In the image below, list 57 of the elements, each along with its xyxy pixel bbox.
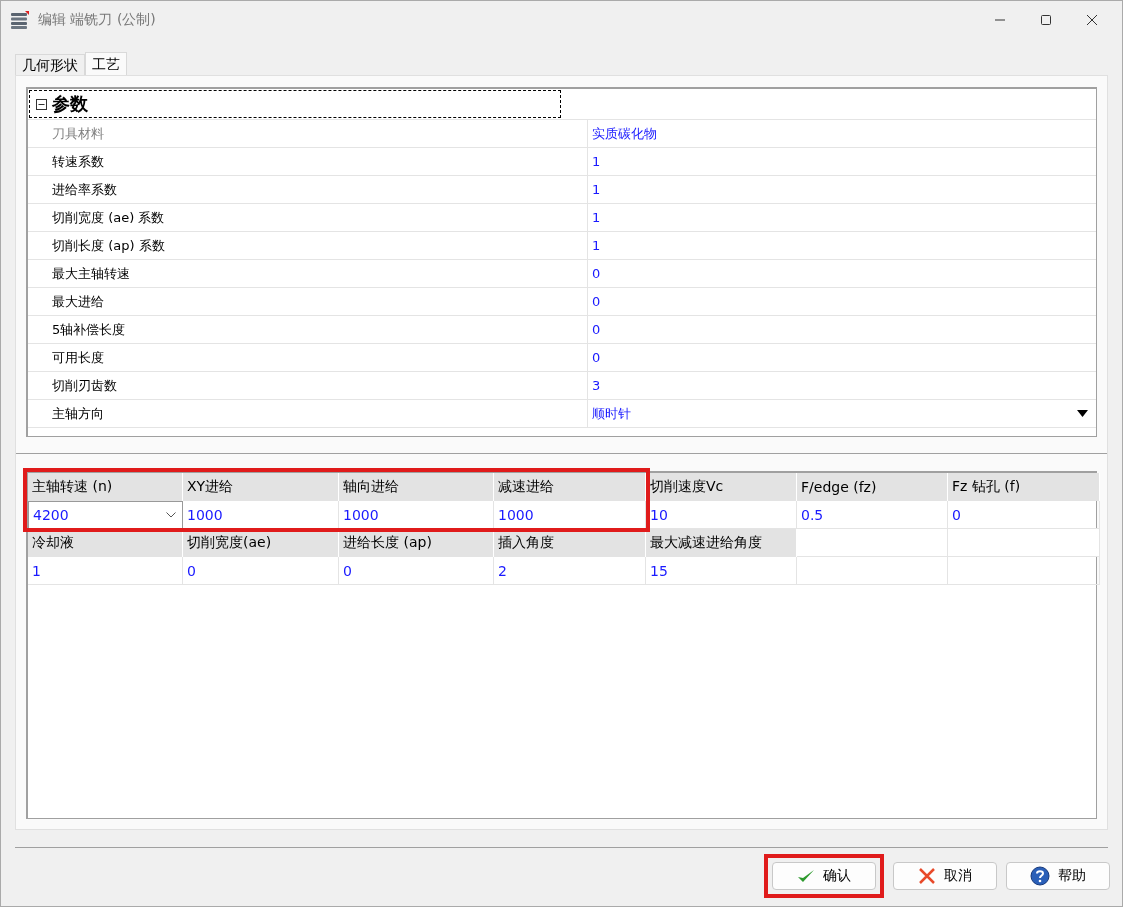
- table-cell[interactable]: 10: [650, 506, 668, 523]
- property-name: 5轴补偿长度: [52, 320, 126, 339]
- table-cell[interactable]: 1000: [498, 506, 534, 523]
- dropdown-arrow-icon[interactable]: [1077, 410, 1088, 417]
- table-cell[interactable]: 1: [32, 562, 41, 579]
- close-icon[interactable]: [1086, 14, 1098, 26]
- property-value[interactable]: 0: [592, 350, 601, 365]
- column-header: 最大减速进给角度: [646, 529, 797, 557]
- property-value[interactable]: 0: [592, 266, 601, 281]
- property-name: 主轴方向: [52, 404, 104, 423]
- help-button[interactable]: 帮助: [1006, 862, 1110, 890]
- column-header: 减速进给: [494, 473, 646, 501]
- property-value[interactable]: 0: [592, 322, 601, 337]
- table-cell[interactable]: 0.5: [801, 506, 824, 523]
- property-value[interactable]: 1: [592, 154, 601, 169]
- table-cell[interactable]: 0: [343, 562, 352, 579]
- combo-box[interactable]: 4200: [28, 501, 183, 529]
- property-name: 最大进给: [52, 292, 104, 311]
- property-value[interactable]: 0: [592, 294, 601, 309]
- property-name: 转速系数: [52, 152, 104, 171]
- app-icon: [10, 10, 30, 30]
- window-title: 编辑 端铣刀 (公制): [38, 11, 156, 29]
- column-header: 主轴转速 (n): [28, 473, 183, 501]
- property-name: 切削刃齿数: [52, 376, 117, 395]
- column-header: 轴向进给: [339, 473, 494, 501]
- property-name: 刀具材料: [52, 124, 104, 143]
- property-value[interactable]: 1: [592, 210, 601, 225]
- table-cell[interactable]: 15: [650, 562, 668, 579]
- ok-button[interactable]: 确认: [772, 862, 876, 890]
- collapse-icon[interactable]: [36, 98, 47, 110]
- column-header: Fz 钻孔 (f): [948, 473, 1100, 501]
- cross-icon: [918, 867, 936, 885]
- table-cell[interactable]: 1000: [343, 506, 379, 523]
- cancel-button[interactable]: 取消: [893, 862, 997, 890]
- table-cell[interactable]: 0: [952, 506, 961, 523]
- property-name: 最大主轴转速: [52, 264, 130, 283]
- category-header[interactable]: 参数: [29, 90, 561, 118]
- property-value[interactable]: 顺时针: [592, 404, 631, 423]
- property-name: 进给率系数: [52, 180, 117, 199]
- tab[interactable]: 工艺: [85, 52, 127, 76]
- category-label: 参数: [52, 92, 88, 116]
- column-header: F/edge (fz): [797, 473, 948, 501]
- property-name: 可用长度: [52, 348, 104, 367]
- chevron-down-icon[interactable]: [166, 512, 176, 518]
- property-name: 切削宽度 (ae) 系数: [52, 208, 165, 227]
- property-value[interactable]: 1: [592, 238, 601, 253]
- property-value[interactable]: 1: [592, 182, 601, 197]
- checkmark-icon: [797, 868, 815, 884]
- help-icon: [1030, 866, 1050, 886]
- table-cell[interactable]: 2: [498, 562, 507, 579]
- property-value[interactable]: 3: [592, 378, 601, 393]
- table-cell[interactable]: 0: [187, 562, 196, 579]
- column-header: XY进给: [183, 473, 339, 501]
- property-name: 切削长度 (ap) 系数: [52, 236, 165, 255]
- table-cell[interactable]: 1000: [187, 506, 223, 523]
- tab[interactable]: 几何形状: [15, 54, 85, 76]
- maximize-icon[interactable]: [1040, 14, 1052, 26]
